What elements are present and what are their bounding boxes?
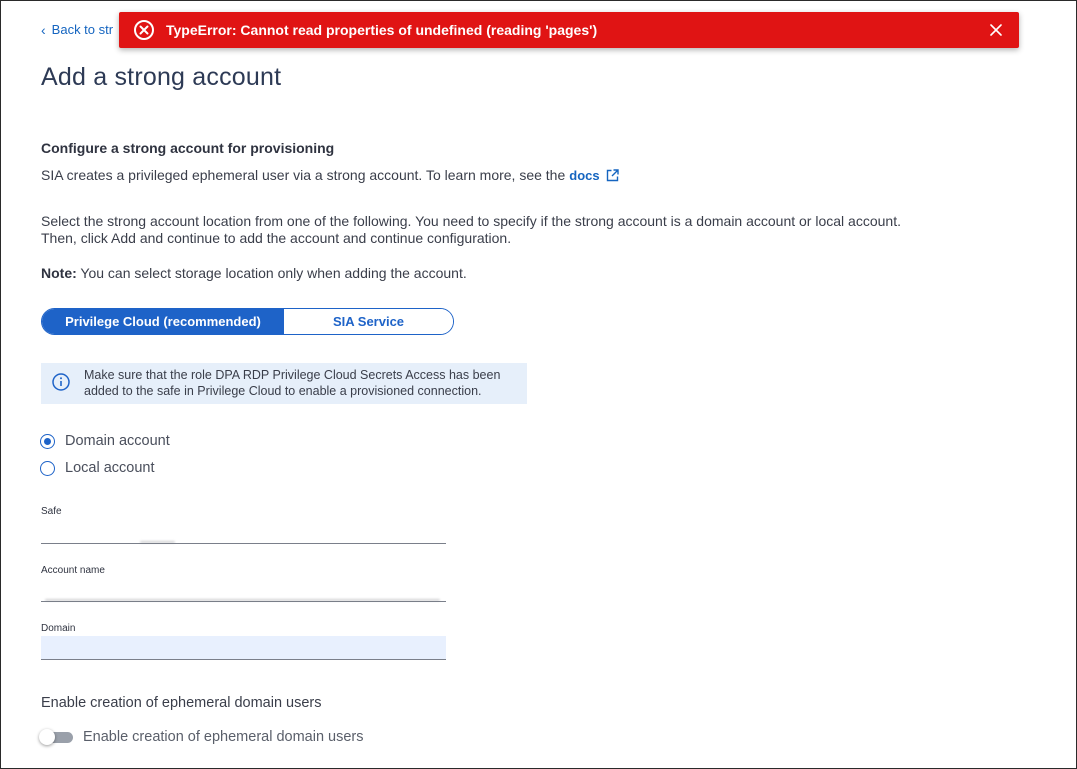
docs-link[interactable]: docs xyxy=(569,168,599,183)
option-sia-service[interactable]: SIA Service xyxy=(284,309,453,334)
domain-input[interactable] xyxy=(41,636,446,660)
info-icon xyxy=(52,373,70,391)
radio-local-label: Local account xyxy=(65,460,155,476)
radio-checked-icon[interactable] xyxy=(40,433,55,449)
chevron-left-icon: ‹ xyxy=(41,21,46,38)
radio-local-account[interactable]: Local account xyxy=(40,460,154,476)
ephemeral-toggle-label: Enable creation of ephemeral domain user… xyxy=(83,729,364,745)
radio-unchecked-icon[interactable] xyxy=(40,460,55,476)
error-circle-icon xyxy=(133,19,155,41)
ephemeral-heading: Enable creation of ephemeral domain user… xyxy=(41,695,322,711)
page-title: Add a strong account xyxy=(41,63,282,91)
safe-label: Safe xyxy=(41,506,62,517)
error-toast: TypeError: Cannot read properties of und… xyxy=(119,12,1019,48)
radio-domain-account[interactable]: Domain account xyxy=(40,433,170,449)
storage-location-toggle: Privilege Cloud (recommended) SIA Servic… xyxy=(41,308,454,335)
description-text: SIA creates a privileged ephemeral user … xyxy=(41,167,566,183)
info-text: Make sure that the role DPA RDP Privileg… xyxy=(84,367,524,399)
note: Note: You can select storage location on… xyxy=(41,265,467,281)
section-subtitle: Configure a strong account for provision… xyxy=(41,140,335,156)
domain-label: Domain xyxy=(41,623,76,634)
account-name-label: Account name xyxy=(41,565,105,576)
close-icon[interactable] xyxy=(987,21,1005,39)
info-banner: Make sure that the role DPA RDP Privileg… xyxy=(41,363,527,404)
option-privilege-cloud[interactable]: Privilege Cloud (recommended) xyxy=(42,309,284,334)
info-line-2: added to the safe in Privilege Cloud to … xyxy=(84,384,482,398)
ephemeral-toggle[interactable] xyxy=(39,729,73,745)
radio-domain-label: Domain account xyxy=(65,433,170,449)
error-message: TypeError: Cannot read properties of und… xyxy=(166,22,598,38)
back-link[interactable]: ‹ Back to str xyxy=(41,22,113,37)
safe-input[interactable] xyxy=(41,520,446,544)
redacted-value xyxy=(140,541,175,543)
note-label: Note: xyxy=(41,265,77,281)
instructions-line-1: Select the strong account location from … xyxy=(41,213,901,229)
external-link-icon[interactable] xyxy=(606,168,619,182)
description: SIA creates a privileged ephemeral user … xyxy=(41,167,619,183)
instructions-line-2: Then, click Add and continue to add the … xyxy=(41,230,512,246)
note-text: You can select storage location only whe… xyxy=(80,265,467,281)
info-line-1: Make sure that the role DPA RDP Privileg… xyxy=(84,368,501,382)
redacted-value xyxy=(45,599,440,601)
instructions: Select the strong account location from … xyxy=(41,213,1041,247)
back-link-label: Back to str xyxy=(51,22,114,37)
ephemeral-toggle-row: Enable creation of ephemeral domain user… xyxy=(39,729,364,745)
